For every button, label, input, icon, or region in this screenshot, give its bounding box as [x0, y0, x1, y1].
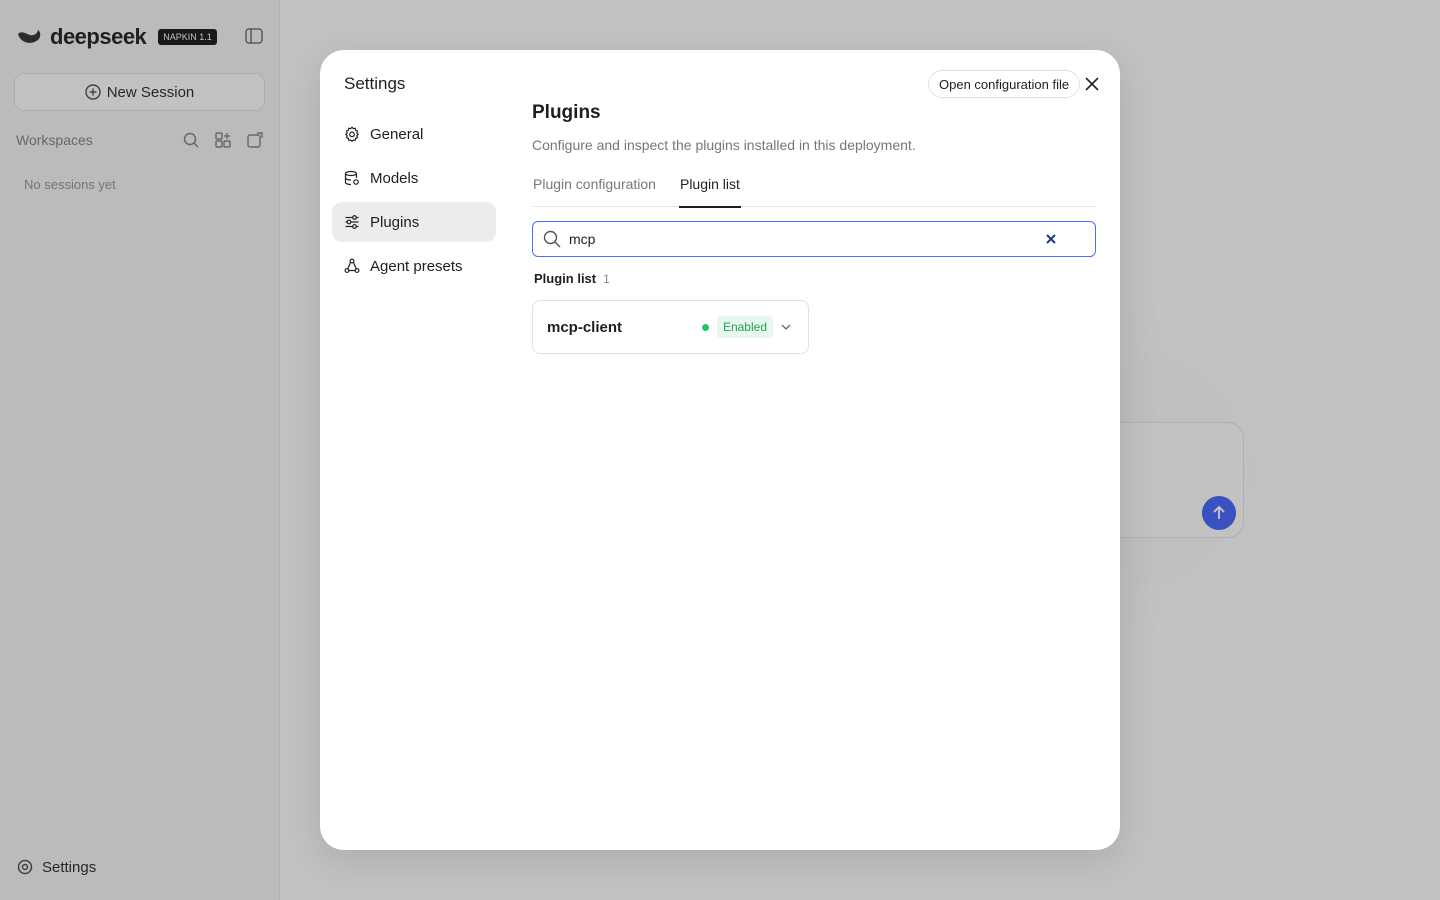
plugin-search-box: [532, 221, 1096, 257]
search-icon: [543, 230, 561, 248]
gear-icon: [344, 126, 360, 142]
plugin-card[interactable]: mcp-client Enabled: [532, 300, 809, 354]
plugins-panel: Plugins Configure and inspect the plugin…: [532, 102, 1096, 354]
plugin-name: mcp-client: [547, 318, 623, 336]
tab-bar: Plugin configuration Plugin list: [532, 173, 1096, 208]
nav-label: Agent presets: [370, 257, 463, 275]
status-badge: Enabled: [716, 316, 773, 338]
chevron-down-icon[interactable]: [780, 320, 794, 334]
page-description: Configure and inspect the plugins instal…: [532, 137, 916, 153]
page-title: Plugins: [532, 102, 601, 123]
close-icon: [1085, 77, 1099, 91]
tab-plugin-configuration[interactable]: Plugin configuration: [533, 173, 656, 207]
plugin-list-title: Plugin list: [534, 271, 597, 286]
open-config-button[interactable]: Open configuration file: [928, 70, 1081, 98]
nav-item-agent-presets[interactable]: Agent presets: [332, 246, 496, 286]
settings-dialog: Settings General Models Plugins Agent pr…: [320, 50, 1120, 850]
settings-nav: General Models Plugins Agent presets: [332, 114, 496, 290]
close-button[interactable]: [1082, 74, 1102, 94]
dialog-title: Settings: [344, 74, 406, 93]
search-input[interactable]: [569, 231, 1035, 247]
plugin-list-count: 1: [603, 272, 610, 286]
network-icon: [344, 258, 360, 274]
nav-label: Models: [370, 169, 419, 187]
nav-label: Plugins: [370, 213, 420, 231]
nav-item-plugins[interactable]: Plugins: [332, 202, 496, 242]
nav-item-models[interactable]: Models: [332, 158, 496, 198]
status-dot: [701, 323, 709, 331]
nav-label: General: [370, 125, 424, 143]
sliders-icon: [345, 215, 359, 229]
tab-plugin-list[interactable]: Plugin list: [678, 173, 741, 208]
database-icon: [344, 170, 359, 186]
nav-item-general[interactable]: General: [332, 114, 496, 154]
plugin-list-header: Plugin list 1: [532, 271, 1096, 286]
clear-search-icon[interactable]: [1043, 231, 1059, 247]
